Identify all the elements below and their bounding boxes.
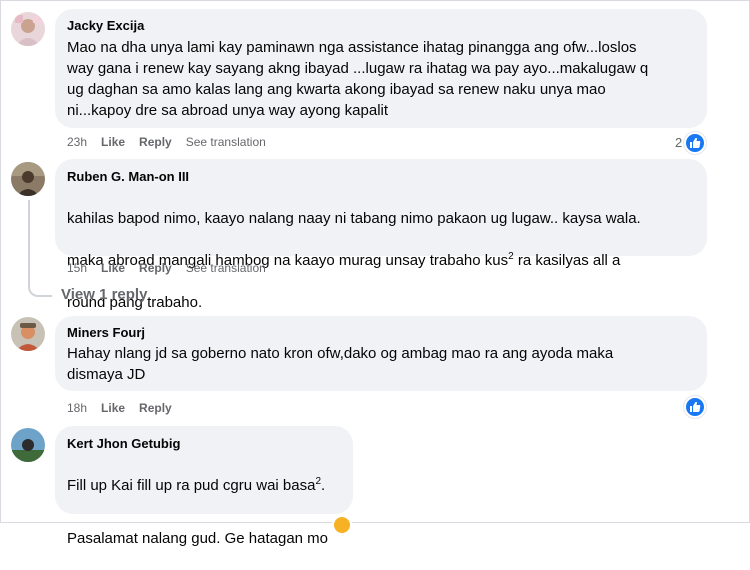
- comment-text-4-line-1-pre: Fill up Kai fill up ra pud cgru wai basa: [67, 477, 316, 494]
- comment-text-1: Mao na dha unya lami kay paminawn nga as…: [67, 39, 649, 119]
- reply-button-2[interactable]: Reply: [139, 261, 172, 275]
- like-button-1[interactable]: Like: [101, 135, 125, 149]
- view-replies-link[interactable]: View 1 reply: [61, 286, 147, 303]
- comment-text-4-line-1-post: .: [321, 477, 326, 494]
- like-button-2[interactable]: Like: [101, 261, 125, 275]
- comment-author-4[interactable]: Kert Jhon Getubig: [67, 436, 180, 451]
- avatar-ruben[interactable]: [11, 162, 45, 196]
- reply-thread-line: [28, 200, 52, 297]
- like-button-3[interactable]: Like: [101, 401, 125, 415]
- avatar-kert[interactable]: [11, 428, 45, 462]
- comment-text-2-line-1: kahilas bapod nimo, kaayo nalang naay ni…: [67, 210, 641, 227]
- comment-text-4: Fill up Kai fill up ra pud cgru wai basa…: [67, 454, 347, 570]
- comment-actions-1: 23h Like Reply See translation: [67, 135, 266, 149]
- comment-time-2[interactable]: 15h: [67, 261, 87, 275]
- comment-text-3: Hahay nlang jd sa goberno nato kron ofw,…: [67, 345, 614, 383]
- comment-text-4-line-2: Pasalamat nalang gud. Ge hatagan mo: [67, 530, 329, 547]
- see-translation-button-2[interactable]: See translation: [186, 261, 266, 275]
- avatar-jacky[interactable]: [11, 12, 45, 46]
- see-translation-button-1[interactable]: See translation: [186, 135, 266, 149]
- comment-text-2-line-3: round pang trabaho.: [67, 294, 203, 311]
- comment-text-2-line-2-post: ra kasilyas all a: [513, 252, 621, 269]
- comment-author-2[interactable]: Ruben G. Man-on III: [67, 169, 189, 184]
- comment-time-1[interactable]: 23h: [67, 135, 87, 149]
- comment-text-4-line-1: Fill up Kai fill up ra pud cgru wai basa…: [67, 475, 347, 496]
- comment-author-3[interactable]: Miners Fourj: [67, 325, 145, 340]
- partial-reaction-icon[interactable]: [332, 515, 352, 535]
- comment-actions-2: 15h Like Reply See translation: [67, 261, 266, 275]
- reply-button-3[interactable]: Reply: [139, 401, 172, 415]
- avatar-miners[interactable]: [11, 317, 45, 351]
- comment-actions-3: 18h Like Reply: [67, 401, 172, 415]
- reaction-count-1[interactable]: 2: [675, 135, 682, 150]
- like-reaction-icon[interactable]: [684, 132, 706, 154]
- comment-author-1[interactable]: Jacky Excija: [67, 18, 144, 33]
- reply-button-1[interactable]: Reply: [139, 135, 172, 149]
- comment-time-3[interactable]: 18h: [67, 401, 87, 415]
- like-reaction-icon[interactable]: [684, 396, 706, 418]
